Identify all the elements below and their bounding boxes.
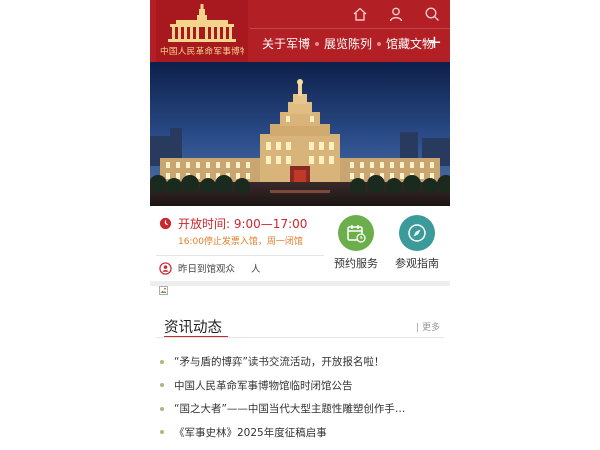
opening-hours-note: 16:00停止发票入馆，周一闭馆 — [178, 237, 303, 247]
broken-image-icon — [159, 286, 168, 295]
bullet-dot — [160, 383, 164, 388]
visit-guide-label: 参观指南 — [395, 257, 439, 270]
news-item-title: 中国人民革命军事博物馆临时闭馆公告 — [174, 379, 353, 392]
museum-logo-text: 中国人民革命军事博物馆 — [160, 47, 244, 57]
news-header-divider — [156, 337, 444, 338]
museum-logo[interactable]: 中国人民革命军事博物馆 — [156, 0, 248, 74]
news-more-link[interactable]: | 更多 — [416, 320, 440, 333]
news-item[interactable]: 《军事史林》2025年度征稿启事 — [160, 421, 446, 445]
news-item[interactable]: “国之大者”——中国当代大型主题性雕塑创作手… — [160, 397, 446, 421]
visit-guide-button[interactable]: 参观指南 — [387, 215, 447, 271]
news-section-header: 资讯动态 — [164, 316, 228, 338]
news-item-title: 《军事史林》2025年度征稿启事 — [174, 426, 327, 439]
user-icon[interactable] — [378, 0, 414, 28]
news-item-title: “矛与盾的博弈”读书交流活动，开放报名啦！ — [174, 356, 385, 369]
nav-separator-dot — [377, 41, 382, 46]
mobile-page: 中国人民革命军事博物馆 关于军博 展览陈列 馆藏文物 + — [150, 0, 450, 450]
bullet-dot — [160, 430, 164, 435]
nav-exhibitions[interactable]: 展览陈列 — [324, 35, 372, 52]
header-divider — [250, 28, 450, 29]
search-icon[interactable] — [414, 0, 450, 28]
news-list: “矛与盾的博弈”读书交流活动，开放报名啦！ 中国人民革命军事博物馆临时闭馆公告 … — [160, 350, 446, 444]
nav-about[interactable]: 关于军博 — [262, 35, 310, 52]
news-item[interactable]: 中国人民革命军事博物馆临时闭馆公告 — [160, 374, 446, 398]
header-icon-bar — [342, 0, 450, 28]
visitor-count-label: 昨日到馆观众 — [178, 264, 236, 275]
visitor-count: 昨日到馆观众 人 — [159, 261, 261, 275]
reservation-service-label: 预约服务 — [334, 257, 378, 270]
section-separator — [150, 281, 450, 286]
museum-hero-image — [150, 62, 450, 206]
main-nav: 关于军博 展览陈列 馆藏文物 — [262, 35, 434, 52]
site-header: 中国人民革命军事博物馆 关于军博 展览陈列 馆藏文物 + — [150, 0, 450, 74]
opening-hours: 开放时间: 9:00—17:00 — [159, 215, 307, 232]
news-item[interactable]: “矛与盾的博弈”读书交流活动，开放报名啦！ — [160, 350, 446, 374]
museum-building-logo-icon — [168, 4, 236, 42]
visitors-icon — [159, 261, 172, 275]
news-section-title: 资讯动态 — [164, 320, 222, 336]
clock-icon — [159, 217, 172, 230]
compass-icon — [399, 215, 435, 251]
reservation-service-button[interactable]: 预约服务 — [326, 215, 386, 271]
nav-separator-dot — [315, 41, 320, 46]
info-divider — [156, 255, 324, 256]
bullet-dot — [160, 406, 164, 411]
calendar-icon — [338, 215, 374, 251]
visit-info-panel: 开放时间: 9:00—17:00 16:00停止发票入馆，周一闭馆 昨日到馆观众… — [150, 206, 450, 280]
news-item-title: “国之大者”——中国当代大型主题性雕塑创作手… — [174, 403, 406, 416]
nav-expand-button[interactable]: + — [427, 33, 442, 53]
bullet-dot — [160, 359, 164, 364]
home-icon[interactable] — [342, 0, 378, 28]
opening-hours-text: 开放时间: 9:00—17:00 — [178, 217, 308, 231]
visitor-count-unit: 人 — [251, 264, 261, 275]
